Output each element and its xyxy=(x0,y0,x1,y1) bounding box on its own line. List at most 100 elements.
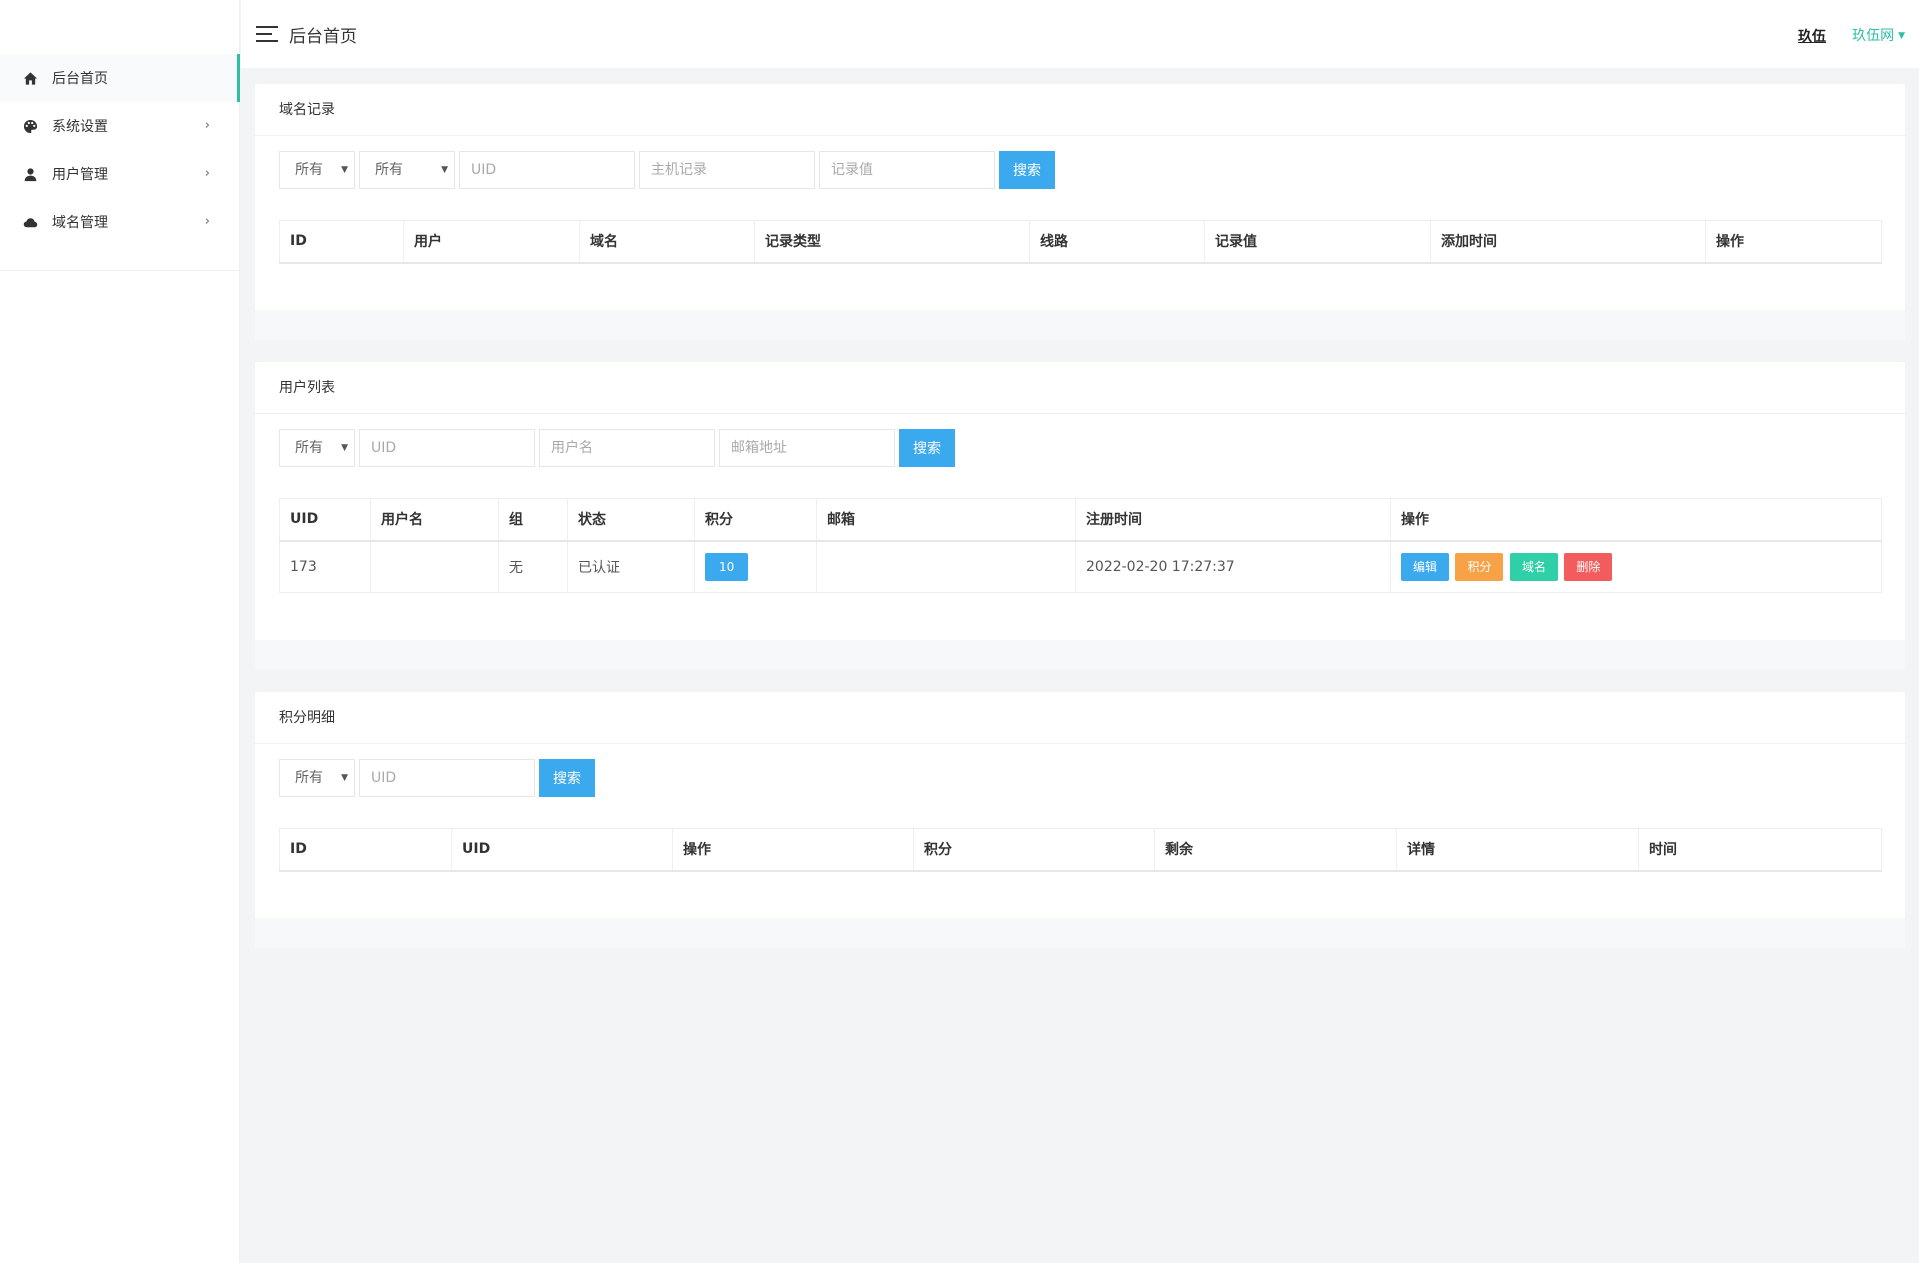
column-header: 操作 xyxy=(1705,220,1882,264)
score-detail-panel: 积分明细 所有 ▼ 搜索 ID UID 操作 积分 剩余 详情 时间 xyxy=(255,692,1905,948)
select-value: 所有 xyxy=(295,162,323,178)
cell-username xyxy=(370,540,499,593)
home-icon xyxy=(22,70,38,86)
column-header: ID xyxy=(279,220,404,264)
panel-title: 积分明细 xyxy=(255,692,1905,744)
cell-score: 10 xyxy=(694,540,817,593)
caret-down-icon: ▼ xyxy=(441,165,448,175)
column-header: UID xyxy=(451,828,673,872)
caret-down-icon: ▼ xyxy=(1898,31,1905,41)
domain-filter-select-2[interactable]: 所有 ▼ xyxy=(359,151,455,189)
column-header: 状态 xyxy=(567,498,695,542)
select-value: 所有 xyxy=(295,440,323,456)
domain-records-panel: 域名记录 所有 ▼ 所有 ▼ 搜索 ID 用户 域名 记录类型 线路 记录值 添加时… xyxy=(255,84,1905,340)
column-header: 添加时间 xyxy=(1430,220,1706,264)
domain-button[interactable]: 域名 xyxy=(1509,552,1558,581)
uid-input[interactable] xyxy=(359,759,535,797)
domain-filter-bar: 所有 ▼ 所有 ▼ 搜索 xyxy=(279,151,1055,189)
score-detail-table: ID UID 操作 积分 剩余 详情 时间 xyxy=(279,828,1882,872)
domain-filter-select-1[interactable]: 所有 ▼ xyxy=(279,151,355,189)
column-header: 操作 xyxy=(1390,498,1882,542)
user-list-table: UID 用户名 组 状态 积分 邮箱 注册时间 操作 173 无 已认证 10 … xyxy=(279,498,1882,593)
chevron-right-icon: › xyxy=(204,166,210,181)
caret-down-icon: ▼ xyxy=(341,165,348,175)
sidebar: 后台首页 系统设置 › 用户管理 › 域名管理 › xyxy=(0,0,240,1263)
user-list-panel: 用户列表 所有 ▼ 搜索 UID 用户名 组 状态 积分 邮箱 注册时间 操作 xyxy=(255,362,1905,670)
column-header: 剩余 xyxy=(1154,828,1397,872)
palette-icon xyxy=(22,118,38,134)
table-header-row: ID 用户 域名 记录类型 线路 记录值 添加时间 操作 xyxy=(279,220,1882,264)
username-input[interactable] xyxy=(539,429,715,467)
column-header: 积分 xyxy=(694,498,817,542)
sidebar-item-label: 系统设置 xyxy=(52,119,108,135)
column-header: 用户名 xyxy=(370,498,499,542)
column-header: 操作 xyxy=(672,828,914,872)
user-filter-bar: 所有 ▼ 搜索 xyxy=(279,429,955,467)
user-search-button[interactable]: 搜索 xyxy=(899,429,955,467)
column-header: 时间 xyxy=(1638,828,1882,872)
domain-search-button[interactable]: 搜索 xyxy=(999,151,1055,189)
score-button[interactable]: 积分 xyxy=(1455,552,1504,581)
top-user-label: 玖伍网 xyxy=(1852,28,1895,44)
table-row: 173 无 已认证 10 2022-02-20 17:27:37 编辑 积分 域… xyxy=(279,540,1882,593)
top-link-jiuwu[interactable]: 玖伍 xyxy=(1798,26,1826,46)
delete-button[interactable]: 删除 xyxy=(1564,552,1613,581)
topbar: 后台首页 玖伍 玖伍网 ▼ xyxy=(241,0,1919,68)
cell-email xyxy=(816,540,1076,593)
cell-actions: 编辑 积分 域名 删除 xyxy=(1390,540,1882,593)
sidebar-item-user-management[interactable]: 用户管理 › xyxy=(0,150,240,198)
score-search-button[interactable]: 搜索 xyxy=(539,759,595,797)
sidebar-item-domain-management[interactable]: 域名管理 › xyxy=(0,198,240,246)
edit-button[interactable]: 编辑 xyxy=(1401,552,1450,581)
sidebar-item-system-settings[interactable]: 系统设置 › xyxy=(0,102,240,150)
column-header: 积分 xyxy=(913,828,1155,872)
cell-uid: 173 xyxy=(279,540,371,593)
sidebar-item-label: 用户管理 xyxy=(52,167,108,183)
email-input[interactable] xyxy=(719,429,895,467)
cell-reg-time: 2022-02-20 17:27:37 xyxy=(1075,540,1391,593)
panel-footer xyxy=(255,918,1905,948)
panel-title: 域名记录 xyxy=(255,84,1905,136)
column-header: ID xyxy=(279,828,452,872)
page-title: 后台首页 xyxy=(289,27,357,47)
cell-status: 已认证 xyxy=(567,540,695,593)
score-badge[interactable]: 10 xyxy=(705,552,749,581)
menu-toggle-icon[interactable] xyxy=(256,26,278,42)
host-record-input[interactable] xyxy=(639,151,815,189)
cell-group: 无 xyxy=(498,540,568,593)
user-icon xyxy=(22,166,38,182)
sidebar-divider xyxy=(0,270,240,271)
column-header: 域名 xyxy=(579,220,755,264)
column-header: 记录值 xyxy=(1204,220,1431,264)
select-value: 所有 xyxy=(295,770,323,786)
panel-footer xyxy=(255,310,1905,340)
sidebar-item-home[interactable]: 后台首页 xyxy=(0,54,240,102)
domain-records-table: ID 用户 域名 记录类型 线路 记录值 添加时间 操作 xyxy=(279,220,1882,264)
record-value-input[interactable] xyxy=(819,151,995,189)
cloud-icon xyxy=(22,214,38,230)
chevron-right-icon: › xyxy=(204,214,210,229)
chevron-right-icon: › xyxy=(204,118,210,133)
table-header-row: ID UID 操作 积分 剩余 详情 时间 xyxy=(279,828,1882,872)
uid-input[interactable] xyxy=(359,429,535,467)
panel-footer xyxy=(255,640,1905,670)
caret-down-icon: ▼ xyxy=(341,443,348,453)
sidebar-menu: 后台首页 系统设置 › 用户管理 › 域名管理 › xyxy=(0,54,240,246)
uid-input[interactable] xyxy=(459,151,635,189)
column-header: 用户 xyxy=(403,220,580,264)
table-header-row: UID 用户名 组 状态 积分 邮箱 注册时间 操作 xyxy=(279,498,1882,542)
column-header: UID xyxy=(279,498,371,542)
select-value: 所有 xyxy=(375,162,403,178)
score-filter-bar: 所有 ▼ 搜索 xyxy=(279,759,595,797)
column-header: 记录类型 xyxy=(754,220,1030,264)
column-header: 组 xyxy=(498,498,568,542)
column-header: 邮箱 xyxy=(816,498,1076,542)
panel-title: 用户列表 xyxy=(255,362,1905,414)
score-filter-select[interactable]: 所有 ▼ xyxy=(279,759,355,797)
column-header: 注册时间 xyxy=(1075,498,1391,542)
user-filter-select[interactable]: 所有 ▼ xyxy=(279,429,355,467)
caret-down-icon: ▼ xyxy=(341,773,348,783)
column-header: 详情 xyxy=(1396,828,1639,872)
sidebar-item-label: 后台首页 xyxy=(52,71,108,87)
top-user-dropdown[interactable]: 玖伍网 ▼ xyxy=(1852,25,1905,45)
